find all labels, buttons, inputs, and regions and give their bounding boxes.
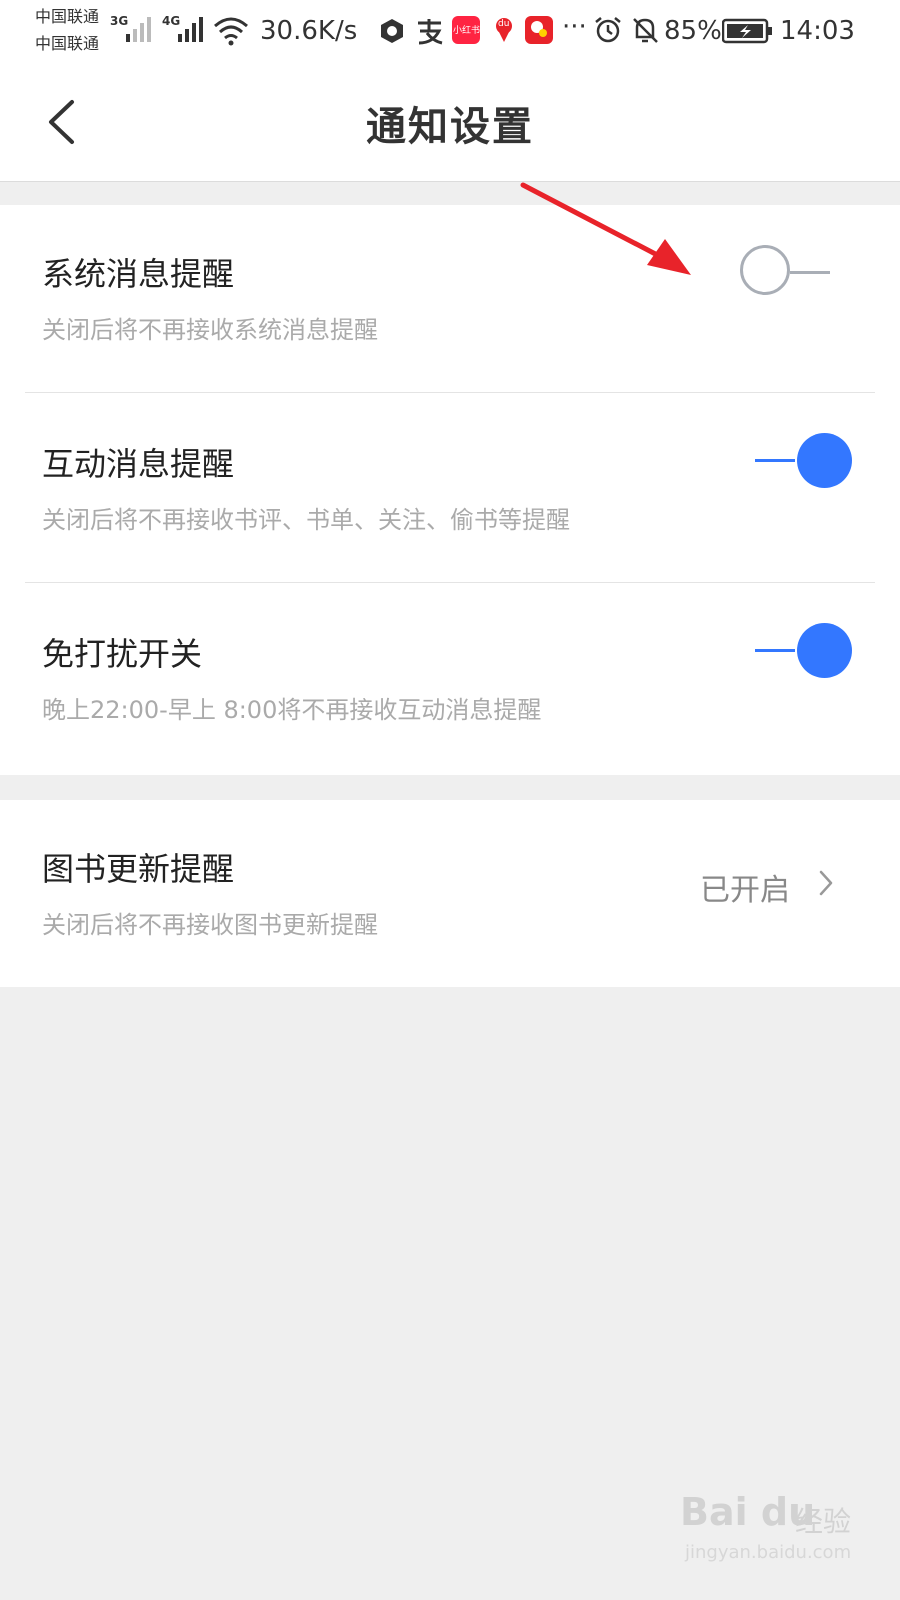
baidu-maps-icon: du	[490, 16, 518, 44]
carrier-2: 中国联通	[35, 34, 100, 53]
clock: 14:03	[780, 16, 855, 46]
page-title: 通知设置	[366, 103, 534, 150]
toggle-knob	[797, 433, 852, 488]
network-speed: 30.6K/s	[260, 16, 358, 46]
battery-percent: 85%	[664, 16, 722, 46]
annotation-arrow-icon	[520, 182, 691, 275]
toggle-track	[755, 649, 795, 652]
watermark-label: 经验	[795, 1505, 852, 1538]
alipay-icon	[418, 19, 443, 45]
chevron-right-icon	[819, 870, 833, 896]
more-icon: ···	[562, 12, 587, 42]
vpn-icon	[381, 19, 403, 43]
divider	[25, 392, 875, 393]
toggle-track	[790, 271, 830, 274]
status-bar: 中国联通 中国联通 3G 4G 30.6K/s 小红书 du ··· 85% 1…	[0, 0, 900, 62]
setting-description: 关闭后将不再接收图书更新提醒	[42, 911, 378, 939]
alarm-icon	[595, 17, 621, 43]
setting-description: 关闭后将不再接收系统消息提醒	[42, 316, 378, 344]
battery-charging-icon	[722, 18, 772, 44]
setting-description: 关闭后将不再接收书评、书单、关注、偷书等提醒	[42, 506, 570, 534]
red-app-icon	[525, 16, 553, 44]
settings-group-books: 图书更新提醒 关闭后将不再接收图书更新提醒 已开启	[0, 800, 900, 987]
setting-title: 系统消息提醒	[42, 255, 235, 293]
setting-title: 互动消息提醒	[42, 445, 235, 483]
setting-row-dnd: 免打扰开关 晚上22:00-早上 8:00将不再接收互动消息提醒	[0, 585, 900, 773]
wifi-icon	[214, 17, 248, 46]
setting-description: 晚上22:00-早上 8:00将不再接收互动消息提醒	[42, 696, 542, 724]
interact-msg-toggle[interactable]	[755, 431, 855, 491]
xiaohongshu-icon: 小红书	[452, 16, 480, 44]
nav-header: 通知设置	[0, 62, 900, 182]
watermark-url: jingyan.baidu.com	[685, 1542, 852, 1563]
book-update-status: 已开启	[700, 873, 790, 908]
baidu-jingyan-watermark: Bai du 经验 jingyan.baidu.com	[670, 1470, 870, 1580]
setting-title: 图书更新提醒	[42, 850, 235, 888]
toggle-track	[755, 459, 795, 462]
dnd-toggle[interactable]	[755, 621, 855, 681]
carrier-1: 中国联通	[35, 7, 100, 26]
toggle-knob	[797, 623, 852, 678]
setting-row-system-msg: 系统消息提醒 关闭后将不再接收系统消息提醒	[0, 205, 900, 393]
system-msg-toggle[interactable]	[740, 243, 840, 303]
settings-group-messages: 系统消息提醒 关闭后将不再接收系统消息提醒 互动消息提醒 关闭后将不再接收书评、…	[0, 205, 900, 775]
setting-row-book-update[interactable]: 图书更新提醒 关闭后将不再接收图书更新提醒 已开启	[0, 800, 900, 988]
setting-title: 免打扰开关	[42, 635, 203, 673]
mute-icon	[633, 18, 658, 43]
toggle-knob	[740, 245, 790, 295]
setting-row-interact-msg: 互动消息提醒 关闭后将不再接收书评、书单、关注、偷书等提醒	[0, 395, 900, 583]
divider	[25, 582, 875, 583]
